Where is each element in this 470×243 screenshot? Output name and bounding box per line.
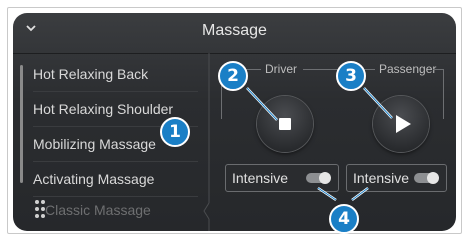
header-bar: Massage — [13, 13, 456, 54]
passenger-bracket-right — [443, 69, 444, 119]
toggle-knob — [319, 172, 331, 184]
stop-icon — [279, 118, 291, 130]
callout-4: 4 — [329, 204, 359, 234]
driver-toggle-switch[interactable] — [306, 172, 331, 184]
callout-1: 1 — [160, 117, 190, 147]
callout-2: 2 — [218, 61, 248, 91]
passenger-intensive-toggle[interactable]: Intensive — [346, 164, 447, 192]
play-icon — [396, 115, 411, 133]
page-title: Massage — [202, 22, 267, 39]
passenger-label: Passenger — [379, 62, 437, 76]
drag-handle-icon[interactable] — [35, 200, 45, 220]
passenger-label-rule-right — [433, 69, 443, 70]
panel-divider — [203, 53, 210, 231]
toggle-knob — [427, 172, 439, 184]
passenger-intensive-label: Intensive — [353, 170, 410, 186]
list-item-activating-massage[interactable]: Activating Massage — [33, 162, 198, 197]
callout-3: 3 — [336, 61, 366, 91]
massage-screen: Massage Hot Relaxing Back Hot Relaxing S… — [13, 13, 456, 231]
list-item-classic-massage[interactable]: Classic Massage — [45, 193, 195, 227]
driver-intensive-toggle[interactable]: Intensive — [225, 164, 339, 192]
driver-intensive-label: Intensive — [232, 170, 289, 186]
passenger-play-button[interactable] — [373, 96, 429, 152]
driver-label: Driver — [265, 62, 297, 76]
list-item-hot-relaxing-back[interactable]: Hot Relaxing Back — [33, 57, 198, 92]
passenger-toggle-switch[interactable] — [414, 172, 439, 184]
list-scrollbar[interactable] — [20, 65, 23, 183]
driver-stop-button[interactable] — [257, 96, 313, 152]
